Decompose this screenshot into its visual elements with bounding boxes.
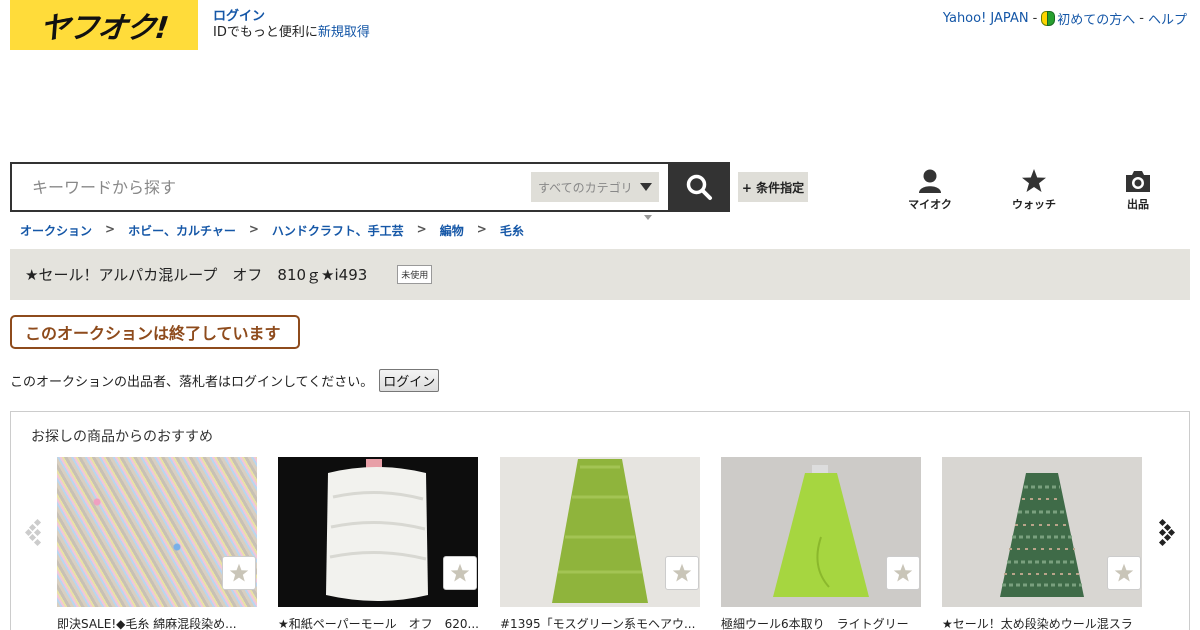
breadcrumb: オークション > ホビー、カルチャー > ハンドクラフト、手工芸 > 編物 > … [20, 222, 524, 239]
search-icon [686, 174, 712, 200]
star-icon [229, 563, 249, 582]
chevron-left-icon [24, 518, 42, 547]
breadcrumb-separator: > [416, 222, 427, 236]
product-image[interactable] [942, 457, 1142, 607]
product-image[interactable] [721, 457, 921, 607]
breadcrumb-item[interactable]: オークション [20, 222, 92, 239]
watch-button[interactable] [1107, 556, 1141, 590]
star-icon [1022, 169, 1046, 192]
recommend-card[interactable]: ★セール！太め段染めウール混スラ [942, 457, 1142, 630]
toplink-separator: - [1139, 11, 1144, 26]
recommend-card-title[interactable]: 即決SALE!◆毛糸 綿麻混段染め... [57, 615, 257, 630]
product-image[interactable] [57, 457, 257, 607]
item-title: ★セール！アルパカ混ループ オフ 810ｇ★i493 [25, 266, 368, 284]
recommendations-panel: お探しの商品からのおすすめ 即決SALE!◆毛糸 綿麻混段染め... ★和紙ペー… [10, 411, 1190, 630]
breadcrumb-separator: > [105, 222, 116, 236]
chevron-right-icon [1158, 518, 1176, 547]
yahuoku-logo[interactable]: ヤフオク! [10, 0, 198, 50]
carousel-next-button[interactable] [1155, 517, 1176, 551]
recommend-card-title[interactable]: 極細ウール6本取り ライトグリー [721, 615, 921, 630]
logo-text: ヤフオク! [37, 11, 170, 46]
breadcrumb-item[interactable]: ハンドクラフト、手工芸 [272, 222, 404, 239]
watch-button[interactable] [665, 556, 699, 590]
caret-down-icon [644, 215, 652, 220]
recommend-card-title[interactable]: ★セール！太め段染めウール混スラ [942, 615, 1142, 630]
recommend-card[interactable]: 即決SALE!◆毛糸 綿麻混段染め... [57, 457, 257, 630]
user-icon [919, 169, 941, 193]
header-nav: マイオク ウォッチ 出品 [880, 168, 1190, 216]
nav-myauction[interactable]: マイオク [880, 168, 980, 212]
nav-watch-label: ウォッチ [1012, 198, 1056, 211]
breadcrumb-item[interactable]: 毛糸 [500, 222, 524, 239]
toplink-separator: - [1032, 11, 1038, 26]
watch-button[interactable] [222, 556, 256, 590]
item-title-bar: ★セール！アルパカ混ループ オフ 810ｇ★i493 未使用 [10, 249, 1190, 300]
nav-sell-label: 出品 [1127, 198, 1149, 211]
login-box: ログイン IDでもっと便利に新規取得 [213, 9, 370, 41]
nav-myauction-label: マイオク [908, 198, 952, 211]
product-image[interactable] [500, 457, 700, 607]
beginner-mark-icon [1041, 11, 1056, 26]
chevron-down-icon [640, 183, 652, 191]
condition-badge: 未使用 [397, 265, 433, 284]
product-image[interactable] [278, 457, 478, 607]
condition-button[interactable]: + 条件指定 [738, 172, 808, 202]
recommend-card[interactable]: #1395「モスグリーン系モヘアウ... [500, 457, 700, 630]
yahoo-japan-link[interactable]: Yahoo! JAPAN [943, 11, 1029, 26]
breadcrumb-separator: > [476, 222, 487, 236]
breadcrumb-separator: > [248, 222, 259, 236]
recommendations-heading: お探しの商品からのおすすめ [31, 429, 213, 445]
watch-button[interactable] [443, 556, 477, 590]
signup-link[interactable]: 新規取得 [318, 25, 370, 40]
login-notice-text: このオークションの出品者、落札者はログインしてください。 [10, 375, 374, 390]
nav-sell[interactable]: 出品 [1088, 168, 1188, 212]
star-icon [450, 563, 470, 582]
nav-watch[interactable]: ウォッチ [984, 168, 1084, 212]
category-select[interactable]: すべてのカテゴリ [531, 172, 659, 202]
beginner-link-label: 初めての方へ [1057, 13, 1136, 28]
search-bar: すべてのカテゴリ [10, 162, 730, 212]
star-icon [1114, 563, 1134, 582]
star-icon [672, 563, 692, 582]
breadcrumb-item[interactable]: 編物 [440, 222, 464, 239]
breadcrumb-item[interactable]: ホビー、カルチャー [128, 222, 236, 239]
login-button[interactable]: ログイン [379, 369, 440, 392]
login-promo-text: IDでもっと便利に [213, 25, 318, 40]
help-link[interactable]: ヘルプ [1148, 9, 1187, 28]
star-icon [893, 563, 913, 582]
auction-ended-banner: このオークションは終了しています [10, 315, 300, 349]
recommend-card[interactable]: ★和紙ペーパーモール オフ 620... [278, 457, 478, 630]
login-promo: IDでもっと便利に新規取得 [213, 25, 370, 41]
category-select-value: すべてのカテゴリ [538, 180, 633, 195]
search-button[interactable] [668, 162, 730, 212]
carousel-prev-button[interactable] [24, 517, 45, 551]
beginner-link[interactable]: 初めての方へ [1041, 9, 1135, 28]
camera-icon [1126, 171, 1150, 192]
recommend-card[interactable]: 極細ウール6本取り ライトグリー [721, 457, 921, 630]
top-links: Yahoo! JAPAN - 初めての方へ - ヘルプ [943, 9, 1187, 28]
recommend-card-title[interactable]: #1395「モスグリーン系モヘアウ... [500, 615, 700, 630]
login-link[interactable]: ログイン [213, 9, 370, 25]
login-notice: このオークションの出品者、落札者はログインしてください。 ログイン [10, 369, 440, 392]
watch-button[interactable] [886, 556, 920, 590]
recommend-card-title[interactable]: ★和紙ペーパーモール オフ 620... [278, 615, 478, 630]
